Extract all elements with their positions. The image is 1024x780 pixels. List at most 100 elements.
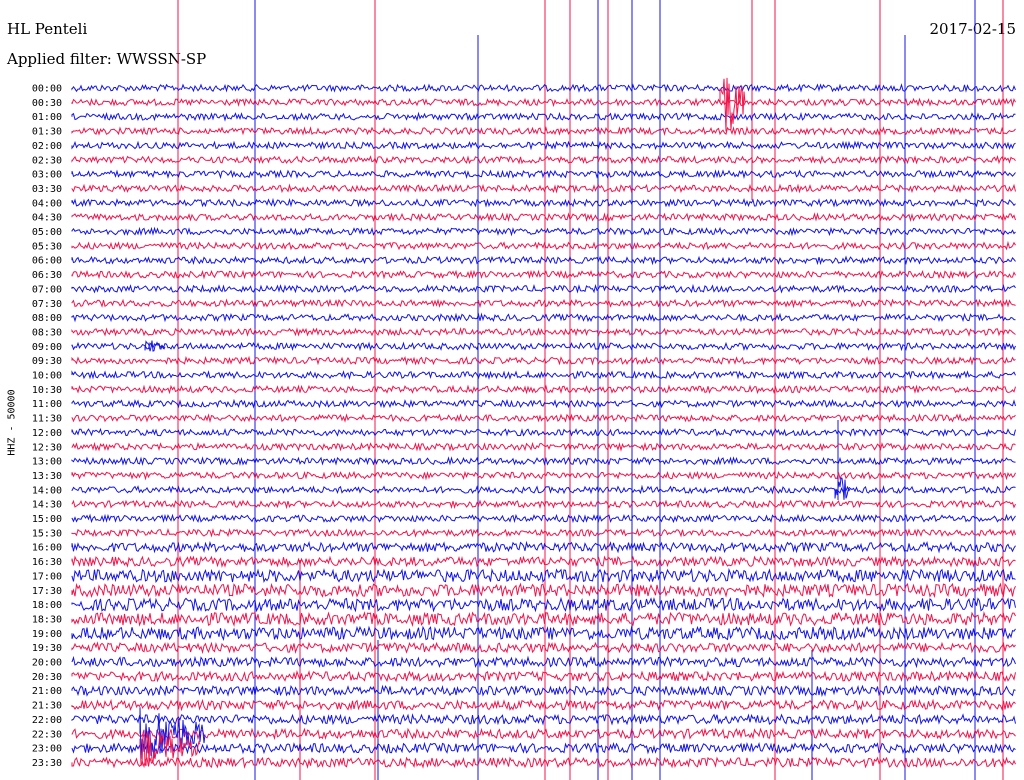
row-time-label: 07:30	[32, 299, 62, 310]
row-time-label: 20:00	[32, 658, 62, 669]
trace-row	[71, 298, 1016, 309]
trace-row	[71, 625, 1016, 641]
row-time-label: 21:00	[32, 686, 62, 697]
trace-row	[71, 283, 1016, 294]
row-time-label: 11:30	[32, 414, 62, 425]
row-time-label: 00:00	[32, 84, 62, 95]
row-time-label: 12:30	[32, 442, 62, 453]
row-time-label: 06:00	[32, 256, 62, 267]
row-time-label: 21:30	[32, 701, 62, 712]
trace-row	[71, 727, 1016, 741]
trace-row	[71, 669, 1016, 683]
row-time-label: 15:00	[32, 514, 62, 525]
trace-row	[71, 255, 1016, 266]
trace-row	[71, 370, 1016, 381]
trace-row	[71, 126, 1016, 137]
trace-row	[71, 596, 1016, 613]
row-time-label: 10:30	[32, 385, 62, 396]
trace-row	[71, 527, 1016, 538]
row-time-label: 04:00	[32, 198, 62, 209]
row-time-label: 19:30	[32, 643, 62, 654]
row-time-label: 05:00	[32, 227, 62, 238]
seismic-traces	[71, 77, 1016, 769]
trace-row	[71, 97, 1016, 108]
trace-row	[71, 326, 1016, 337]
row-time-label: 23:00	[32, 744, 62, 755]
trace-row	[71, 540, 1016, 554]
trace-row	[71, 83, 1016, 93]
row-time-label: 15:30	[32, 528, 62, 539]
trace-row	[71, 355, 1016, 366]
trace-row	[71, 684, 1016, 698]
trace-row	[71, 169, 1016, 180]
trace-row	[71, 582, 1016, 599]
row-time-label: 17:30	[32, 586, 62, 597]
trace-row	[71, 713, 1016, 726]
row-time-label: 16:30	[32, 557, 62, 568]
time-tick-labels: 00:00 00:30 01:00 01:30 02:00 02:30 03:00 03:30…	[32, 84, 62, 769]
row-time-label: 17:00	[32, 571, 62, 582]
trace-row	[71, 698, 1016, 712]
row-time-label: 20:30	[32, 672, 62, 683]
trace-row	[71, 197, 1016, 208]
trace-row	[71, 756, 1016, 769]
row-time-label: 09:00	[32, 342, 62, 353]
trace-row	[71, 456, 1016, 467]
row-time-label: 01:30	[32, 127, 62, 138]
trace-row	[71, 567, 1016, 584]
row-time-label: 18:00	[32, 600, 62, 611]
row-time-label: 02:30	[32, 155, 62, 166]
row-time-label: 05:30	[32, 241, 62, 252]
row-time-label: 02:00	[32, 141, 62, 152]
trace-row	[71, 499, 1016, 510]
trace-row	[71, 398, 1016, 409]
row-time-label: 14:00	[32, 485, 62, 496]
row-time-label: 04:30	[32, 213, 62, 224]
row-time-label: 06:30	[32, 270, 62, 281]
trace-row	[71, 641, 1016, 655]
trace-row	[71, 655, 1016, 669]
trace-row	[71, 470, 1016, 481]
trace-row	[71, 111, 1016, 122]
event-burst	[144, 340, 166, 352]
row-time-label: 14:30	[32, 500, 62, 511]
trace-row	[71, 212, 1016, 223]
row-time-label: 01:00	[32, 112, 62, 123]
trace-row	[71, 741, 1016, 755]
row-time-label: 03:30	[32, 184, 62, 195]
row-time-label: 13:30	[32, 471, 62, 482]
trace-row	[71, 312, 1016, 323]
trace-row	[71, 484, 1016, 495]
row-time-label: 12:00	[32, 428, 62, 439]
trace-row	[71, 341, 1016, 352]
row-time-label: 10:00	[32, 371, 62, 382]
row-time-label: 13:00	[32, 457, 62, 468]
row-time-label: 22:00	[32, 715, 62, 726]
row-time-label: 22:30	[32, 729, 62, 740]
trace-row	[71, 240, 1016, 251]
row-time-label: 16:00	[32, 543, 62, 554]
row-time-label: 07:00	[32, 284, 62, 295]
seismogram-plot: 00:00 00:30 01:00 01:30 02:00 02:30 03:00 03:30…	[32, 0, 1016, 780]
trace-row	[71, 183, 1016, 194]
row-time-label: 08:30	[32, 327, 62, 338]
row-time-label: 09:30	[32, 356, 62, 367]
row-time-label: 23:30	[32, 758, 62, 769]
row-time-label: 18:30	[32, 614, 62, 625]
row-time-label: 11:00	[32, 399, 62, 410]
trace-row	[71, 555, 1016, 569]
trace-row	[71, 140, 1016, 151]
trace-row	[71, 427, 1016, 438]
trace-row	[71, 384, 1016, 395]
row-time-label: 19:00	[32, 629, 62, 640]
trace-row	[71, 154, 1016, 165]
row-time-label: 03:00	[32, 170, 62, 181]
trace-row	[71, 413, 1016, 424]
row-time-label: 00:30	[32, 98, 62, 109]
trace-row	[71, 513, 1016, 524]
trace-row	[71, 226, 1016, 237]
row-time-label: 08:00	[32, 313, 62, 324]
trace-row	[71, 441, 1016, 452]
trace-row	[71, 610, 1016, 628]
trace-row	[71, 269, 1016, 280]
